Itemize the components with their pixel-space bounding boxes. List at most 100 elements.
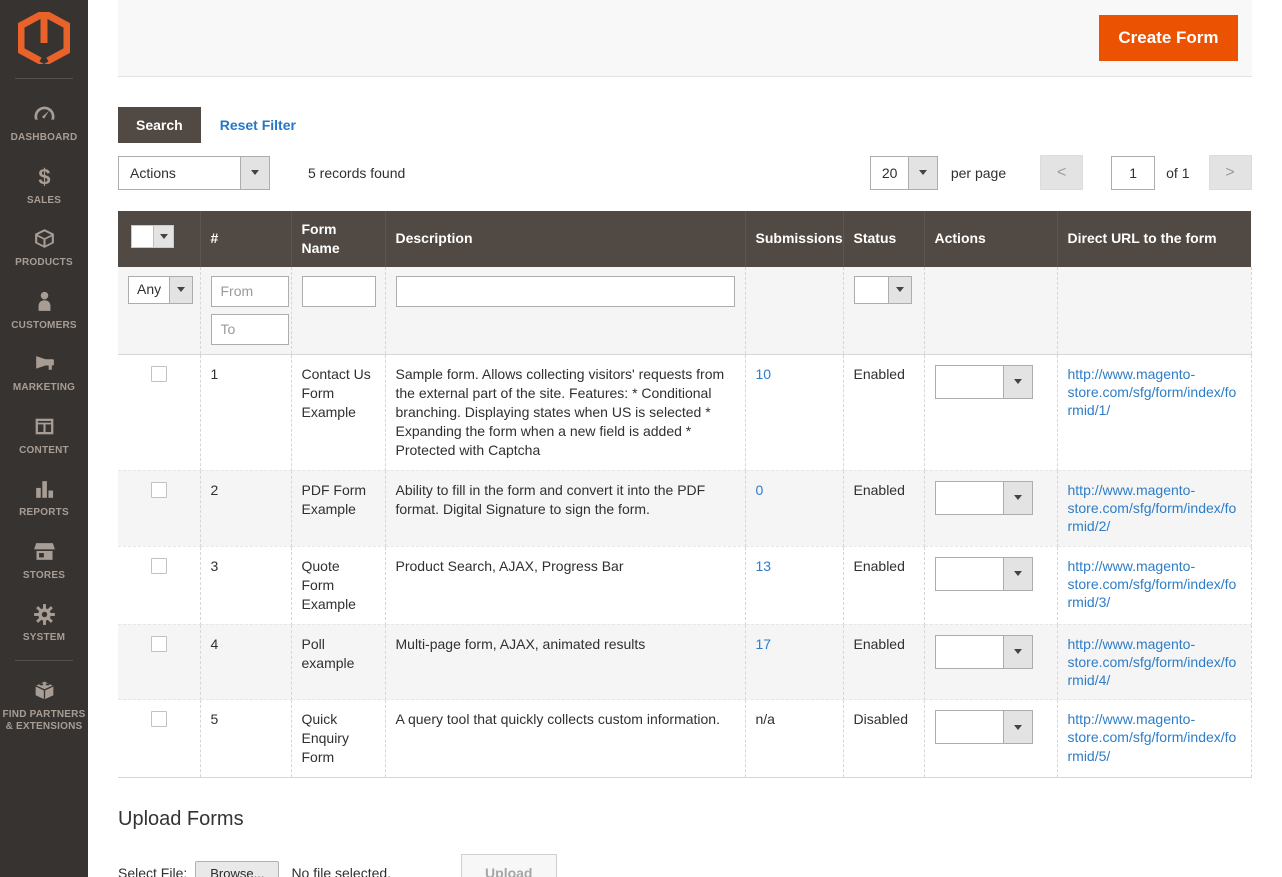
per-page-dropdown[interactable]: 20 [870,156,938,190]
sidebar-item-products[interactable]: PRODUCTS [0,216,88,279]
sidebar-item-content[interactable]: CONTENT [0,404,88,467]
sidebar-item-system[interactable]: SYSTEM [0,591,88,654]
submissions-link[interactable]: 13 [756,558,772,574]
chevron-down-icon [888,277,911,303]
upload-forms-title: Upload Forms [118,808,1252,831]
row-actions-value [936,711,1003,743]
reset-filter-link[interactable]: Reset Filter [220,117,296,133]
form-url-link[interactable]: http://www.magento-store.com/sfg/form/in… [1068,481,1241,536]
upload-forms-section: Select File: Browse... No file selected.… [118,854,1252,877]
row-checkbox[interactable] [151,711,167,727]
form-url-link[interactable]: http://www.magento-store.com/sfg/form/in… [1068,557,1241,612]
form-url-link[interactable]: http://www.magento-store.com/sfg/form/in… [1068,635,1241,690]
row-number: 5 [200,700,291,778]
form-description: Ability to fill in the form and convert … [385,470,745,546]
select-all-control[interactable] [131,225,174,248]
sidebar-item-label: SALES [27,195,61,208]
filter-row: Any [118,267,1251,355]
customers-icon [31,289,57,315]
sidebar-item-find-partners[interactable]: FIND PARTNERS & EXTENSIONS [0,668,88,743]
select-file-label: Select File: [118,865,187,877]
row-actions-value [936,558,1003,590]
submissions-link: n/a [756,711,775,727]
upload-button[interactable]: Upload [461,854,556,877]
description-filter-input[interactable] [396,276,735,307]
extensions-icon [31,678,57,704]
sidebar-item-reports[interactable]: REPORTS [0,466,88,529]
form-url-link[interactable]: http://www.magento-store.com/sfg/form/in… [1068,365,1241,420]
content-icon [31,414,57,440]
search-button[interactable]: Search [118,107,201,143]
chevron-down-icon [169,277,192,303]
select-all-checkbox[interactable] [132,226,153,247]
table-row: 3 Quote Form Example Product Search, AJA… [118,546,1251,624]
sidebar-item-label: MARKETING [13,382,75,395]
status-text: Enabled [843,546,924,624]
table-body: Any [118,267,1251,778]
sidebar-item-sales[interactable]: $ SALES [0,154,88,217]
submissions-link[interactable]: 10 [756,366,772,382]
chevron-down-icon [240,157,269,189]
page-header: Create Form [118,0,1252,77]
row-checkbox[interactable] [151,366,167,382]
row-actions-dropdown[interactable] [935,710,1033,744]
status-filter-value [855,277,888,303]
row-number: 4 [200,624,291,700]
forms-table: # Form Name Description Submissions Stat… [118,211,1252,778]
page-number-input[interactable] [1111,156,1155,190]
svg-text:$: $ [38,164,50,189]
create-form-button[interactable]: Create Form [1099,15,1237,61]
form-description: Product Search, AJAX, Progress Bar [385,546,745,624]
sidebar: DASHBOARD $ SALES PRODUCTS CUSTOMERS MAR… [0,0,88,877]
row-checkbox[interactable] [151,636,167,652]
row-actions-dropdown[interactable] [935,481,1033,515]
column-header-form-name: Form Name [291,211,385,267]
chevron-down-icon [1003,636,1032,668]
chevron-down-icon [1003,482,1032,514]
sidebar-item-label: PRODUCTS [15,257,73,270]
form-name: Quote Form Example [291,546,385,624]
stores-icon [31,539,57,565]
row-number: 3 [200,546,291,624]
actions-dropdown[interactable]: Actions [118,156,270,190]
per-page-label: per page [951,165,1006,181]
number-to-filter-input[interactable] [211,314,289,345]
table-row: 2 PDF Form Example Ability to fill in th… [118,470,1251,546]
sidebar-item-marketing[interactable]: MARKETING [0,341,88,404]
next-page-button[interactable]: > [1209,155,1252,190]
browse-button[interactable]: Browse... [195,861,279,877]
table-row: 4 Poll example Multi-page form, AJAX, an… [118,624,1251,700]
pagination: 20 per page < of 1 > [870,155,1252,190]
sidebar-item-label: DASHBOARD [11,132,78,145]
no-file-selected-text: No file selected. [291,865,391,877]
mass-select-filter-value: Any [129,277,169,303]
row-number: 1 [200,354,291,470]
status-text: Enabled [843,624,924,700]
row-actions-dropdown[interactable] [935,557,1033,591]
mass-select-filter-dropdown[interactable]: Any [128,276,193,304]
reports-icon [31,476,57,502]
row-checkbox[interactable] [151,482,167,498]
submissions-link[interactable]: 17 [756,636,772,652]
sales-icon: $ [31,164,57,190]
sidebar-item-customers[interactable]: CUSTOMERS [0,279,88,342]
status-filter-dropdown[interactable] [854,276,912,304]
number-from-filter-input[interactable] [211,276,289,307]
magento-logo-icon[interactable] [0,10,88,74]
submissions-link[interactable]: 0 [756,482,764,498]
main-content: Create Form Search Reset Filter Actions … [88,0,1282,877]
table-row: 5 Quick Enquiry Form A query tool that q… [118,700,1251,778]
row-actions-dropdown[interactable] [935,635,1033,669]
system-icon [31,601,57,627]
sidebar-item-dashboard[interactable]: DASHBOARD [0,91,88,154]
sidebar-item-stores[interactable]: STORES [0,529,88,592]
previous-page-button[interactable]: < [1040,155,1083,190]
row-actions-dropdown[interactable] [935,365,1033,399]
row-checkbox[interactable] [151,558,167,574]
select-all-chevron-down-icon[interactable] [153,226,173,247]
form-name-filter-input[interactable] [302,276,376,307]
form-url-link[interactable]: http://www.magento-store.com/sfg/form/in… [1068,710,1241,765]
row-actions-value [936,366,1003,398]
sidebar-item-label: FIND PARTNERS & EXTENSIONS [2,709,86,734]
form-name: PDF Form Example [291,470,385,546]
